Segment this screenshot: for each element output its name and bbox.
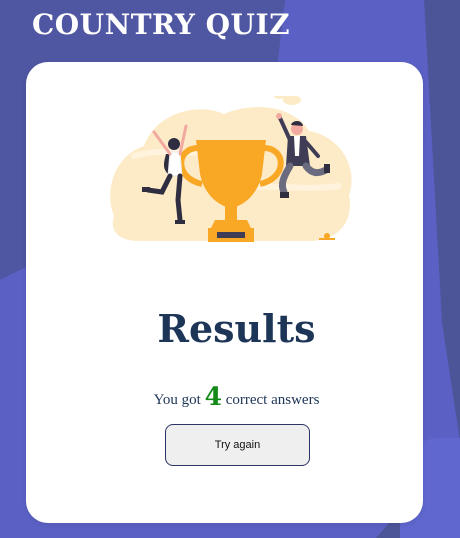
score-value: 4 <box>204 382 222 411</box>
try-again-button[interactable]: Try again <box>165 424 310 466</box>
score-summary: You got 4 correct answers <box>26 382 423 411</box>
score-suffix: correct answers <box>225 392 320 408</box>
app-title: COUNTRY QUIZ <box>32 8 291 41</box>
score-prefix: You got <box>153 392 201 408</box>
results-heading: Results <box>157 306 316 351</box>
celebration-trophy-illustration <box>110 96 352 242</box>
results-card: Results You got 4 correct answers Try ag… <box>26 62 423 523</box>
